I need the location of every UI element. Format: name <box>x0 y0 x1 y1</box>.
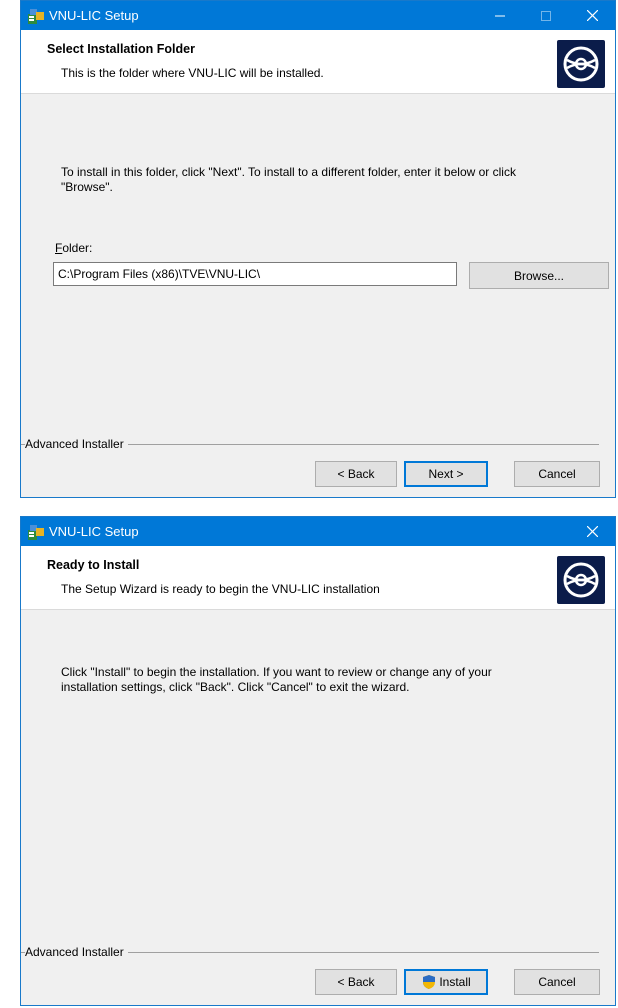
close-icon <box>586 10 598 21</box>
brand-divider: Advanced Installer <box>21 437 615 451</box>
instruction-text: To install in this folder, click "Next".… <box>61 165 591 195</box>
disc-icon <box>557 40 605 88</box>
install-label: Install <box>439 975 471 989</box>
installer-icon <box>27 523 45 541</box>
title-bar[interactable]: VNU-LIC Setup <box>21 1 615 30</box>
setup-window-ready-to-install: VNU-LIC Setup Ready to Install The Setup… <box>20 516 616 1006</box>
banner: Ready to Install The Setup Wizard is rea… <box>21 546 615 610</box>
page-subtitle: The Setup Wizard is ready to begin the V… <box>61 582 380 596</box>
brand-label: Advanced Installer <box>25 945 128 959</box>
uac-shield-icon <box>421 974 437 990</box>
back-button[interactable]: < Back <box>315 969 397 995</box>
folder-label-text: older: <box>62 241 93 255</box>
maximize-icon <box>541 10 551 21</box>
maximize-button[interactable] <box>523 1 569 30</box>
cancel-button[interactable]: Cancel <box>514 969 600 995</box>
setup-window-select-folder: VNU-LIC Setup Select Installation Folder… <box>20 0 616 498</box>
close-icon <box>586 526 598 537</box>
instruction-line: installation settings, click "Back". Cli… <box>61 680 410 694</box>
page-subtitle: This is the folder where VNU-LIC will be… <box>61 66 324 80</box>
window-title: VNU-LIC Setup <box>49 8 139 23</box>
instruction-text: Click "Install" to begin the installatio… <box>61 665 591 695</box>
page-title: Select Installation Folder <box>47 42 195 56</box>
brand-label: Advanced Installer <box>25 437 128 451</box>
disc-icon <box>557 556 605 604</box>
installer-icon <box>27 7 45 25</box>
close-button[interactable] <box>569 1 615 30</box>
close-button[interactable] <box>569 517 615 546</box>
brand-divider: Advanced Installer <box>21 945 615 959</box>
back-button[interactable]: < Back <box>315 461 397 487</box>
minimize-icon <box>495 15 505 16</box>
instruction-line: To install in this folder, click "Next".… <box>61 165 516 179</box>
folder-path-input[interactable] <box>53 262 457 286</box>
browse-button[interactable]: Browse... <box>469 262 609 289</box>
title-bar[interactable]: VNU-LIC Setup <box>21 517 615 546</box>
instruction-line: "Browse". <box>61 180 113 194</box>
minimize-button[interactable] <box>477 1 523 30</box>
folder-label: Folder: <box>55 241 92 255</box>
banner: Select Installation Folder This is the f… <box>21 30 615 94</box>
window-title: VNU-LIC Setup <box>49 524 139 539</box>
next-button[interactable]: Next > <box>404 461 488 487</box>
install-button[interactable]: Install <box>404 969 488 995</box>
cancel-button[interactable]: Cancel <box>514 461 600 487</box>
page-title: Ready to Install <box>47 558 140 572</box>
instruction-line: Click "Install" to begin the installatio… <box>61 665 492 679</box>
